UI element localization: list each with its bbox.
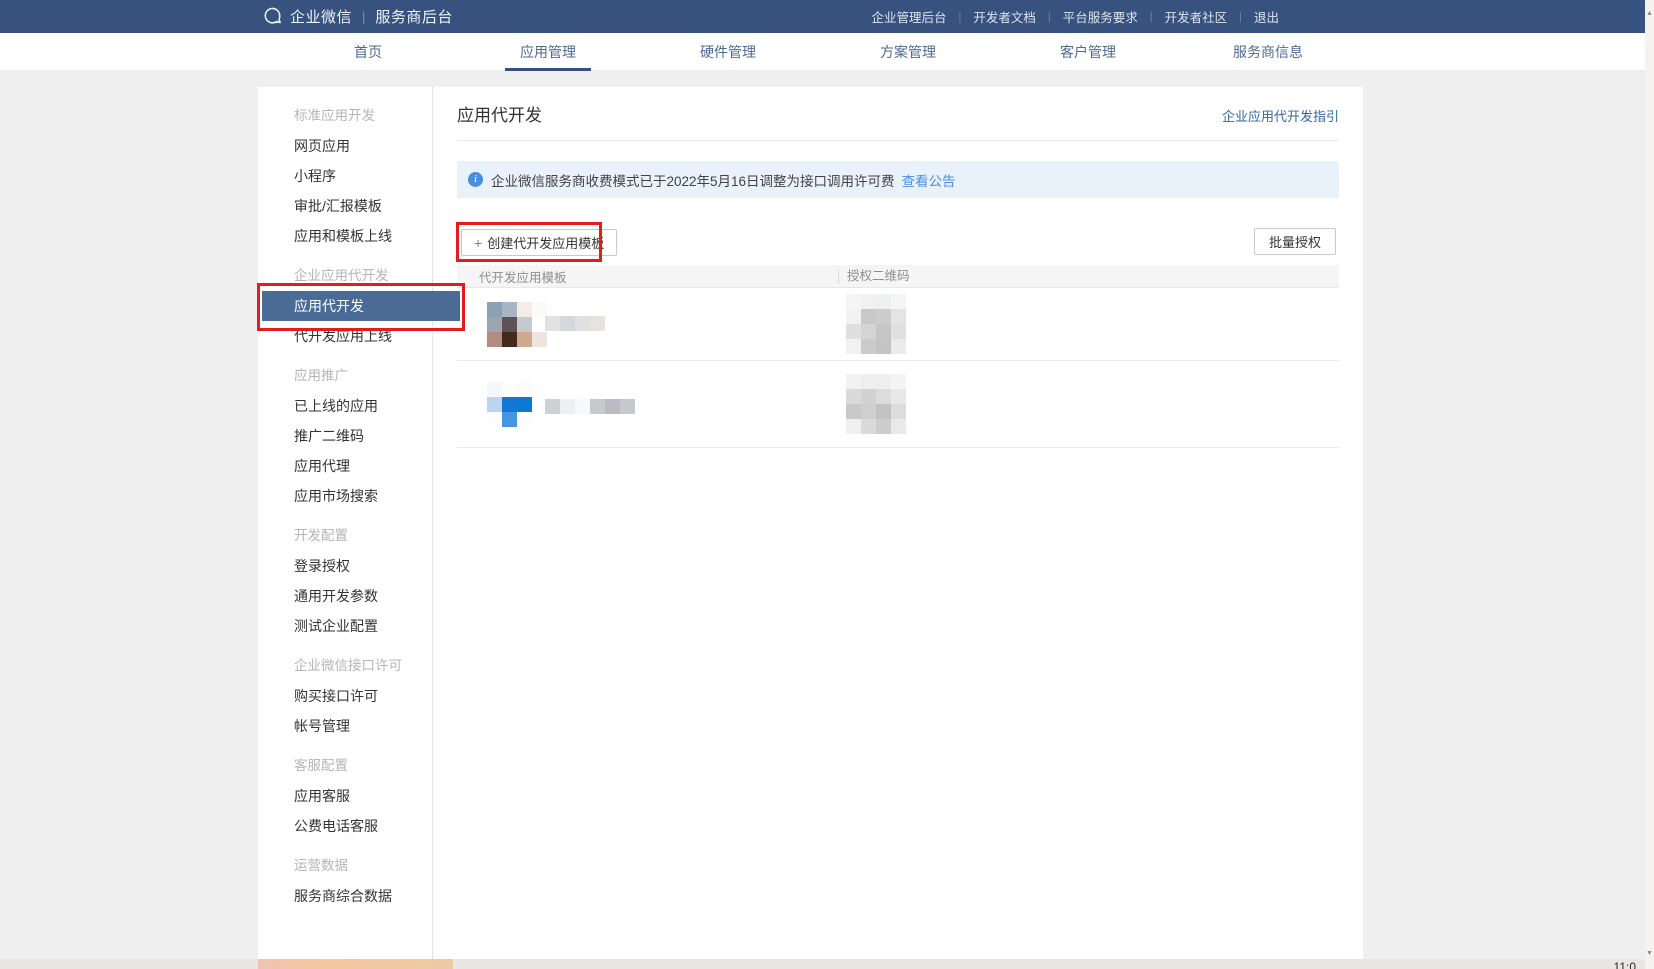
sidebar-header-customer-service-config: 客服配置 [258,751,432,781]
scrollbar-down-icon[interactable]: ▼ [1645,950,1654,957]
sidebar-item-app-customer-service[interactable]: 应用客服 [258,781,432,811]
wecom-logo-icon [262,6,283,27]
sidebar-item-account-management[interactable]: 帐号管理 [258,711,432,741]
info-icon: i [468,172,483,187]
table-row[interactable] [457,288,1339,361]
censored-qrcode [846,294,906,354]
main-nav: 首页 应用管理 硬件管理 方案管理 客户管理 服务商信息 [0,33,1645,71]
sidebar-header-wecom-api-license: 企业微信接口许可 [258,651,432,681]
table-header: 代开发应用模板 授权二维码 [457,265,1339,288]
column-header-template: 代开发应用模板 [457,267,838,286]
create-template-label: 创建代开发应用模板 [487,233,604,252]
sidebar-header-operation-data: 运营数据 [258,851,432,881]
scrollbar-up-icon[interactable]: ▲ [1645,10,1654,17]
table-row[interactable] [457,361,1339,448]
taskbar-clock: 11:0 [1614,960,1636,969]
tab-hardware-management[interactable]: 硬件管理 [638,33,818,71]
tab-customer-management[interactable]: 客户管理 [998,33,1178,71]
notice-banner: i 企业微信服务商收费模式已于2022年5月16日调整为接口调用许可费 查看公告 [457,161,1339,198]
sidebar: 标准应用开发 网页应用 小程序 审批/汇报模板 应用和模板上线 企业应用代开发 … [258,87,433,959]
sidebar-item-app-market-search[interactable]: 应用市场搜索 [258,481,432,511]
sidebar-item-approval-report-template[interactable]: 审批/汇报模板 [258,191,432,221]
sidebar-item-buy-api-license[interactable]: 购买接口许可 [258,681,432,711]
sidebar-item-provider-comprehensive-data[interactable]: 服务商综合数据 [258,881,432,911]
tab-home[interactable]: 首页 [278,33,458,71]
censored-app-name [545,316,605,331]
sidebar-item-app-proxy-dev[interactable]: 应用代开发 [262,291,460,321]
brand-divider: | [362,9,365,24]
title-divider [457,140,1339,141]
sidebar-item-app-template-release[interactable]: 应用和模板上线 [258,221,432,251]
censored-qrcode [846,374,906,434]
batch-authorize-button[interactable]: 批量授权 [1254,228,1336,255]
tab-solution-management[interactable]: 方案管理 [818,33,998,71]
brand-name: 企业微信 [290,6,352,27]
tab-provider-info[interactable]: 服务商信息 [1178,33,1358,71]
separator: | [959,11,962,23]
template-table: 代开发应用模板 授权二维码 [457,265,1339,448]
page-title: 应用代开发 [457,101,542,126]
guide-link[interactable]: 企业应用代开发指引 [1222,106,1339,125]
separator: | [1048,11,1051,23]
sidebar-item-app-agent[interactable]: 应用代理 [258,451,432,481]
sidebar-header-standard-app-dev: 标准应用开发 [258,101,432,131]
portal-name: 服务商后台 [375,6,453,27]
link-logout[interactable]: 退出 [1254,7,1279,26]
notice-text: 企业微信服务商收费模式已于2022年5月16日调整为接口调用许可费 [491,170,895,190]
tab-app-management[interactable]: 应用管理 [458,33,638,71]
sidebar-item-mini-program[interactable]: 小程序 [258,161,432,191]
column-header-qrcode: 授权二维码 [838,269,1339,284]
main-panel: 应用代开发 企业应用代开发指引 i 企业微信服务商收费模式已于2022年5月16… [433,87,1363,959]
sidebar-header-enterprise-app-proxy-dev: 企业应用代开发 [258,261,432,291]
sidebar-item-login-auth[interactable]: 登录授权 [258,551,432,581]
censored-app-name [545,399,635,414]
sidebar-item-promotion-qrcode[interactable]: 推广二维码 [258,421,432,451]
taskbar-highlight [258,959,453,969]
sidebar-item-toll-free-phone-service[interactable]: 公费电话客服 [258,811,432,841]
censored-app-icon [487,302,547,347]
sidebar-item-released-apps[interactable]: 已上线的应用 [258,391,432,421]
link-enterprise-admin[interactable]: 企业管理后台 [871,7,946,26]
brand[interactable]: 企业微信 | 服务商后台 [262,0,453,33]
topbar: 企业微信 | 服务商后台 企业管理后台 | 开发者文档 | 平台服务要求 | 开… [0,0,1645,33]
sidebar-item-common-dev-params[interactable]: 通用开发参数 [258,581,432,611]
scrollbar[interactable]: ▲ ▼ [1645,0,1654,969]
separator: | [1150,11,1153,23]
sidebar-item-proxy-dev-app-release[interactable]: 代开发应用上线 [258,321,432,351]
link-developer-docs[interactable]: 开发者文档 [973,7,1036,26]
topbar-links: 企业管理后台 | 开发者文档 | 平台服务要求 | 开发者社区 | 退出 [871,0,1279,33]
create-template-button[interactable]: + 创建代开发应用模板 [461,229,617,256]
sidebar-header-app-promotion: 应用推广 [258,361,432,391]
censored-app-icon [487,382,532,427]
nav-tabs: 首页 应用管理 硬件管理 方案管理 客户管理 服务商信息 [278,33,1358,71]
sidebar-item-test-enterprise-config[interactable]: 测试企业配置 [258,611,432,641]
plus-icon: + [474,235,482,251]
link-developer-community[interactable]: 开发者社区 [1165,7,1228,26]
link-platform-requirements[interactable]: 平台服务要求 [1063,7,1138,26]
sidebar-item-web-app[interactable]: 网页应用 [258,131,432,161]
notice-announcement-link[interactable]: 查看公告 [902,170,956,190]
taskbar-sliver: 11:0 [0,959,1654,969]
content-card: 标准应用开发 网页应用 小程序 审批/汇报模板 应用和模板上线 企业应用代开发 … [258,87,1363,959]
sidebar-header-dev-config: 开发配置 [258,521,432,551]
separator: | [1239,11,1242,23]
